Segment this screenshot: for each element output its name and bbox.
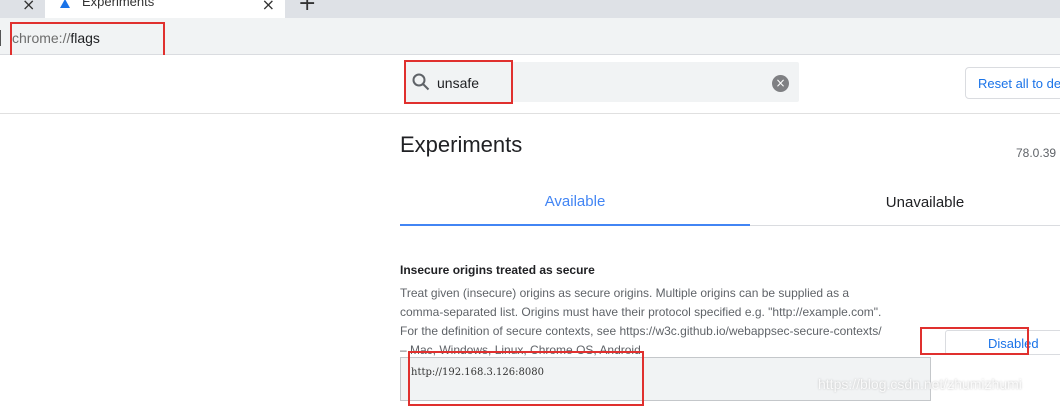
tab-available[interactable]: Available	[400, 184, 750, 226]
description-line: comma-separated list. Origins must have …	[400, 305, 882, 319]
close-icon[interactable]: ×	[22, 0, 35, 14]
tab-title: Experiments	[82, 0, 155, 9]
annotation-box-select	[920, 327, 1029, 355]
reset-all-button[interactable]: Reset all to de	[965, 67, 1060, 99]
experiment-description: Treat given (insecure) origins as secure…	[400, 284, 960, 360]
new-tab-button[interactable]: +	[298, 0, 316, 16]
flask-icon	[59, 0, 71, 15]
description-line: For the definition of secure contexts, s…	[400, 324, 882, 338]
tab-unavailable[interactable]: Unavailable	[750, 184, 1060, 226]
text-caret	[0, 30, 1, 46]
browser-tab[interactable]: Experiments ×	[45, 0, 285, 18]
watermark: https://blog.csdn.net/zhumizhumi	[818, 376, 1022, 392]
clear-icon[interactable]: ×	[772, 75, 789, 92]
page-title: Experiments	[400, 132, 523, 157]
tab-strip: × Experiments × +	[0, 0, 1060, 18]
tab-close-icon[interactable]: ×	[262, 0, 275, 14]
annotation-box-search	[404, 60, 513, 104]
annotation-box-origins	[408, 351, 644, 406]
description-line: Treat given (insecure) origins as secure…	[400, 286, 850, 300]
version-label: 78.0.39	[1016, 146, 1057, 160]
experiment-title: Insecure origins treated as secure	[400, 263, 595, 277]
